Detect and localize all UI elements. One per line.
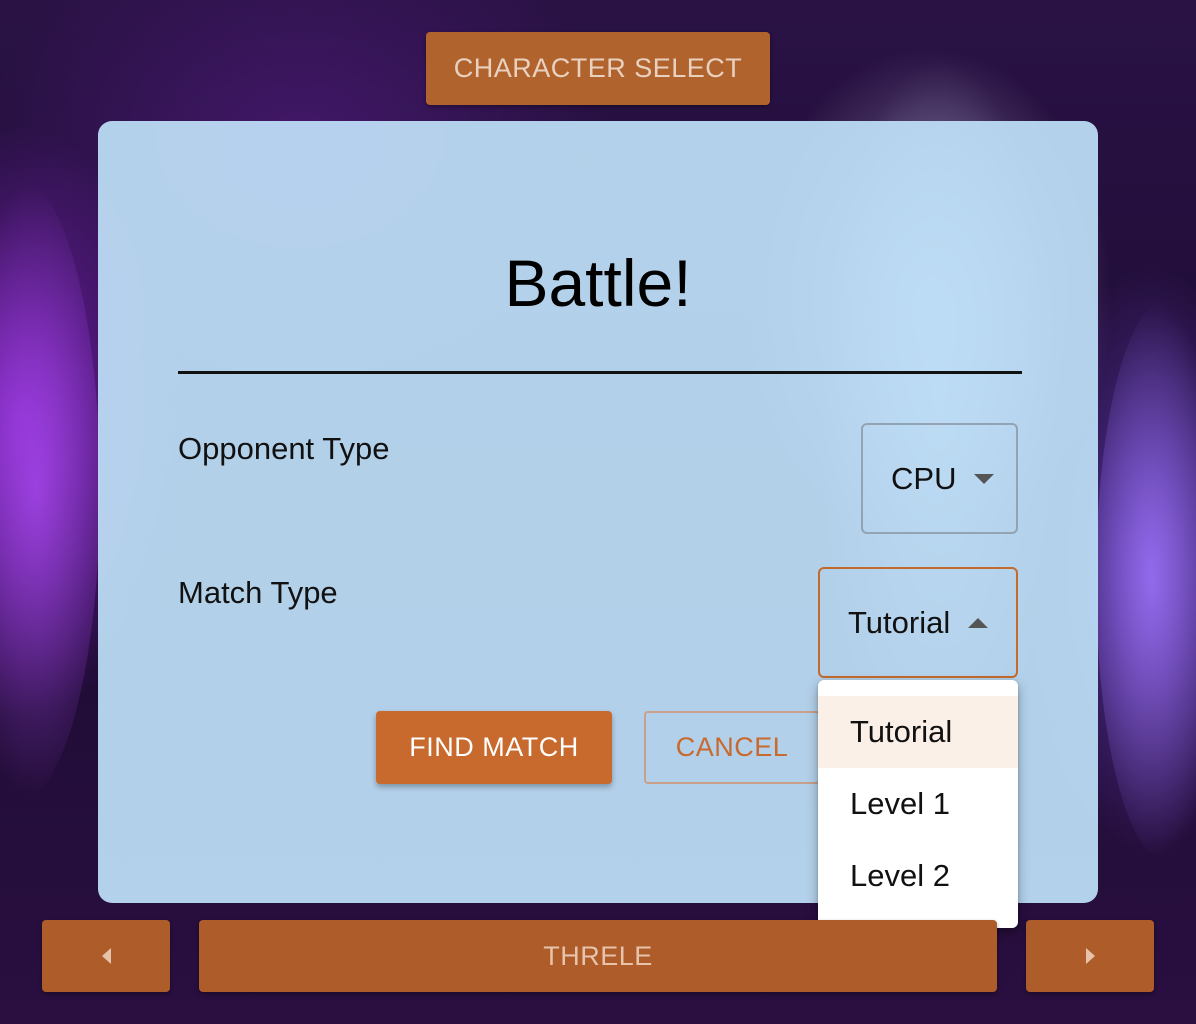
character-name-button[interactable]: THRELE — [199, 920, 997, 992]
chevron-down-icon — [974, 473, 995, 484]
dialog-title: Battle! — [504, 246, 692, 320]
opponent-type-value: CPU — [891, 460, 957, 496]
character-select-button[interactable]: CHARACTER SELECT — [426, 32, 770, 105]
cancel-button[interactable]: CANCEL — [644, 711, 820, 784]
match-type-dropdown-menu: Tutorial Level 1 Level 2 — [818, 680, 1018, 928]
opponent-type-select[interactable]: CPU — [861, 423, 1018, 534]
opponent-type-label: Opponent Type — [178, 431, 390, 466]
background-glow-right — [1096, 300, 1196, 860]
menu-option-tutorial[interactable]: Tutorial — [818, 696, 1018, 768]
title-divider — [178, 371, 1022, 374]
previous-character-button[interactable] — [42, 920, 170, 992]
menu-option-level-1[interactable]: Level 1 — [818, 768, 1018, 840]
match-type-label: Match Type — [178, 575, 338, 610]
caret-right-icon — [1085, 948, 1095, 964]
menu-option-level-2[interactable]: Level 2 — [818, 840, 1018, 912]
find-match-button[interactable]: FIND MATCH — [376, 711, 612, 784]
match-type-select[interactable]: Tutorial — [818, 567, 1018, 678]
background-glow-left — [0, 180, 100, 800]
chevron-up-icon — [968, 617, 989, 628]
caret-left-icon — [101, 948, 111, 964]
next-character-button[interactable] — [1026, 920, 1154, 992]
match-type-value: Tutorial — [848, 604, 951, 640]
